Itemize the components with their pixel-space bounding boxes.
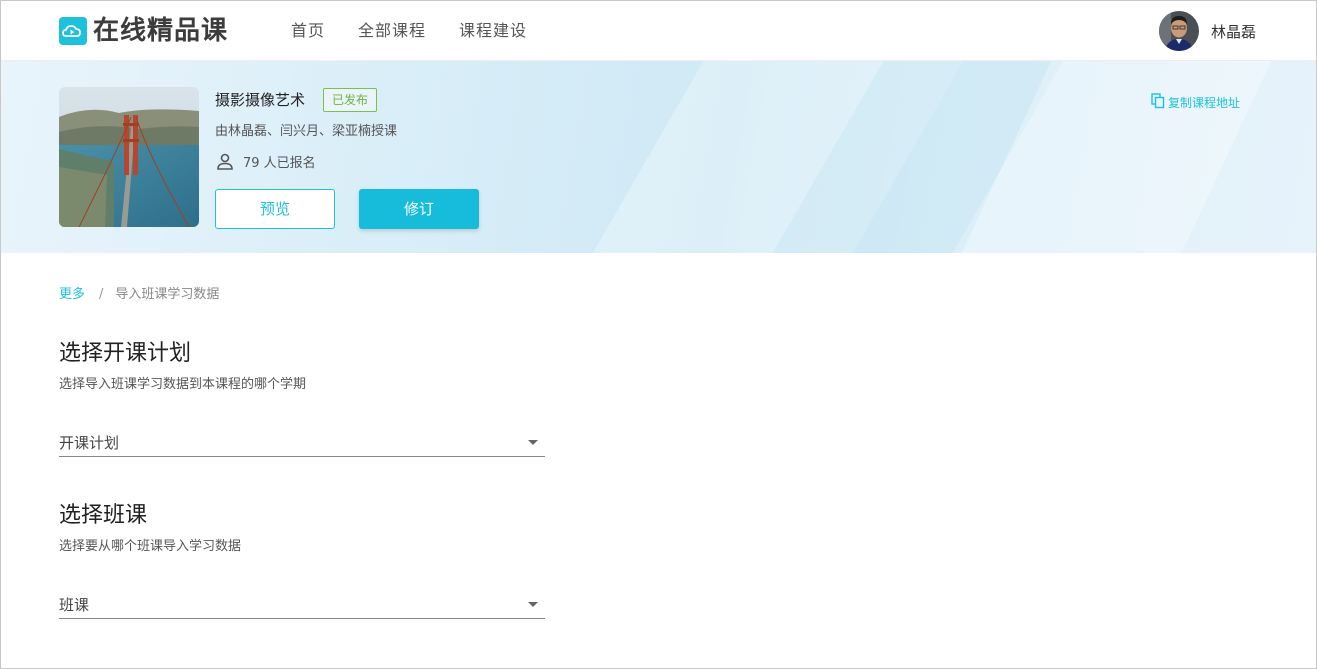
course-cover-image[interactable] xyxy=(59,87,199,227)
user-menu[interactable]: 林晶磊 xyxy=(1159,11,1256,51)
plan-select[interactable]: 开课计划 xyxy=(59,431,545,457)
cloud-play-icon xyxy=(59,17,87,45)
course-banner: 摄影摄像艺术 已发布 由林晶磊、闫兴月、梁亚楠授课 79 人已报名 预览 修订 … xyxy=(0,61,1317,253)
user-name: 林晶磊 xyxy=(1211,22,1257,41)
nav-course-building[interactable]: 课程建设 xyxy=(459,20,527,42)
enrolled-count: 79 人已报名 xyxy=(215,153,316,175)
breadcrumb-separator: / xyxy=(99,287,104,302)
avatar[interactable] xyxy=(1159,11,1199,51)
plan-select-label: 开课计划 xyxy=(59,434,120,452)
copy-link-label: 复制课程地址 xyxy=(1168,95,1241,110)
enrolled-text: 79 人已报名 xyxy=(243,156,316,171)
site-logo[interactable]: 在线精品课 xyxy=(59,15,228,47)
copy-icon xyxy=(1151,93,1165,112)
logo-text: 在线精品课 xyxy=(93,16,229,46)
class-select[interactable]: 班课 xyxy=(59,593,545,619)
plan-section-subtitle: 选择导入班课学习数据到本课程的哪个学期 xyxy=(59,377,307,392)
course-teachers: 由林晶磊、闫兴月、梁亚楠授课 xyxy=(215,124,398,139)
class-section-title: 选择班课 xyxy=(59,503,148,528)
course-title: 摄影摄像艺术 xyxy=(215,91,306,109)
class-select-label: 班课 xyxy=(59,596,90,614)
class-section-subtitle: 选择要从哪个班课导入学习数据 xyxy=(59,539,242,554)
breadcrumb: 更多 / 导入班课学习数据 xyxy=(59,286,219,304)
caret-down-icon xyxy=(528,440,538,445)
person-icon xyxy=(215,153,235,175)
copy-course-link[interactable]: 复制课程地址 xyxy=(1151,93,1240,112)
main-nav: 首页 全部课程 课程建设 xyxy=(291,20,560,42)
nav-home[interactable]: 首页 xyxy=(291,20,325,42)
top-header: 在线精品课 首页 全部课程 课程建设 林晶磊 xyxy=(0,0,1317,61)
nav-all-courses[interactable]: 全部课程 xyxy=(358,20,426,42)
caret-down-icon xyxy=(528,602,538,607)
status-badge: 已发布 xyxy=(323,88,377,112)
revise-button[interactable]: 修订 xyxy=(359,189,479,229)
breadcrumb-current: 导入班课学习数据 xyxy=(115,287,220,302)
preview-button[interactable]: 预览 xyxy=(215,189,335,229)
plan-section-title: 选择开课计划 xyxy=(59,341,192,366)
breadcrumb-more[interactable]: 更多 xyxy=(59,286,85,304)
